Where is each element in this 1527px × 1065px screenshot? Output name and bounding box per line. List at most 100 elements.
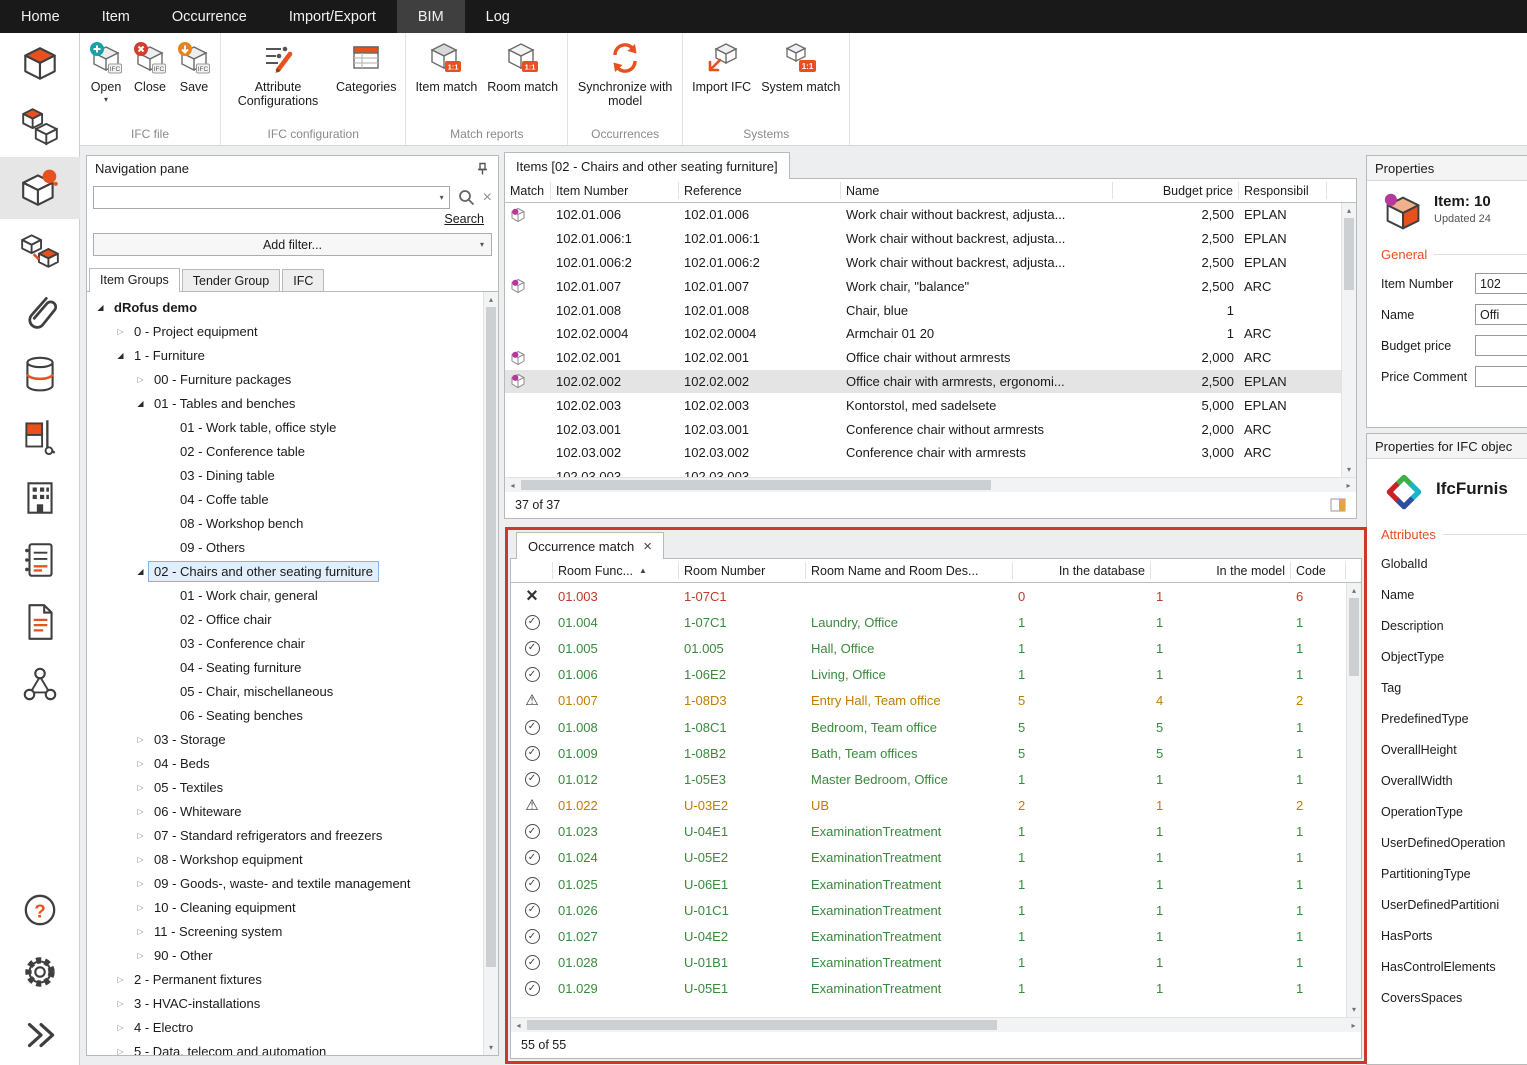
scroll-left-icon[interactable]: ◂ — [511, 1018, 526, 1032]
item-match-button[interactable]: 1:1 Item match — [410, 35, 482, 94]
occurrence-row[interactable]: 01.0061-06E2Living, Office111 — [511, 662, 1361, 688]
item-row[interactable]: 102.03.002102.03.002Conference chair wit… — [505, 441, 1356, 465]
sidebar-database-button[interactable] — [0, 343, 80, 405]
tree-item[interactable]: 07 - Standard refrigerators and freezers — [87, 823, 482, 847]
tree-item[interactable]: 05 - Textiles — [87, 775, 482, 799]
items-scrollbar[interactable]: ▴ ▾ — [1341, 203, 1356, 477]
expand-arrow-icon[interactable] — [93, 303, 108, 312]
scroll-up-icon[interactable]: ▴ — [1342, 203, 1356, 218]
occurrence-row[interactable]: 01.024U-05E2ExaminationTreatment111 — [511, 845, 1361, 871]
column-header-in-model[interactable]: In the model — [1151, 562, 1291, 579]
tab-tender-group[interactable]: Tender Group — [182, 269, 280, 291]
item-row[interactable]: 102.03.001102.03.001Conference chair wit… — [505, 417, 1356, 441]
item-row[interactable]: 102.01.007102.01.007Work chair, "balance… — [505, 274, 1356, 298]
tree-item[interactable]: 04 - Seating furniture — [87, 655, 482, 679]
occurrence-row[interactable]: 01.028U-01B1ExaminationTreatment111 — [511, 950, 1361, 976]
scroll-right-icon[interactable]: ▸ — [1346, 1018, 1361, 1032]
scrollbar-thumb[interactable] — [1349, 598, 1359, 676]
section-general[interactable]: General — [1381, 247, 1527, 262]
scroll-up-icon[interactable]: ▴ — [484, 292, 498, 307]
tree-item[interactable]: dRofus demo — [87, 295, 482, 319]
occurrence-row[interactable]: 01.00501.005Hall, Office111 — [511, 635, 1361, 661]
sidebar-buildings-button[interactable] — [0, 467, 80, 529]
sidebar-logistics-button[interactable] — [0, 405, 80, 467]
tree-item[interactable]: 3 - HVAC-installations — [87, 991, 482, 1015]
occurrence-row[interactable]: 01.0091-08B2Bath, Team offices551 — [511, 740, 1361, 766]
tab-item-groups[interactable]: Item Groups — [89, 268, 180, 292]
expand-arrow-icon[interactable] — [133, 855, 148, 864]
occurrence-row[interactable]: 01.026U-01C1ExaminationTreatment111 — [511, 897, 1361, 923]
occurrence-row[interactable]: 01.0041-07C1Laundry, Office111 — [511, 609, 1361, 635]
occurrence-row[interactable]: 01.0081-08C1Bedroom, Team office551 — [511, 714, 1361, 740]
synchronize-with-model-button[interactable]: Synchronize with model — [572, 35, 678, 109]
chevron-down-icon[interactable]: ▾ — [440, 193, 444, 202]
tree-item[interactable]: 05 - Chair, mischellaneous — [87, 679, 482, 703]
categories-button[interactable]: Categories — [331, 35, 401, 94]
tree-item[interactable]: 01 - Work chair, general — [87, 583, 482, 607]
expand-arrow-icon[interactable] — [133, 567, 148, 576]
tree-item[interactable]: 90 - Other — [87, 943, 482, 967]
expand-arrow-icon[interactable] — [113, 351, 128, 360]
occurrence-scrollbar[interactable]: ▴ ▾ — [1346, 583, 1361, 1017]
tree-item[interactable]: 03 - Conference chair — [87, 631, 482, 655]
tree-item[interactable]: 01 - Work table, office style — [87, 415, 482, 439]
tree-item[interactable]: 09 - Goods-, waste- and textile manageme… — [87, 871, 482, 895]
occurrence-row[interactable]: 01.025U-06E1ExaminationTreatment111 — [511, 871, 1361, 897]
scroll-down-icon[interactable]: ▾ — [484, 1040, 498, 1055]
item-row[interactable]: 102.02.003102.02.003Kontorstol, med sade… — [505, 393, 1356, 417]
column-chooser-icon[interactable] — [1330, 497, 1346, 513]
occurrence-row[interactable]: 01.023U-04E1ExaminationTreatment111 — [511, 819, 1361, 845]
item-row[interactable]: 102.01.006102.01.006Work chair without b… — [505, 203, 1356, 227]
tree-item[interactable]: 06 - Seating benches — [87, 703, 482, 727]
scrollbar-thumb[interactable] — [1344, 218, 1354, 290]
search-link[interactable]: Search — [444, 212, 484, 226]
system-match-button[interactable]: 1:1 System match — [756, 35, 845, 94]
item-row[interactable]: 102.01.006:2102.01.006:2Work chair witho… — [505, 251, 1356, 275]
save-ifc-button[interactable]: IFC Save — [172, 35, 216, 94]
tree-item[interactable]: 04 - Coffe table — [87, 487, 482, 511]
attribute-configurations-button[interactable]: Attribute Configurations — [225, 35, 331, 109]
name-field[interactable]: Offi — [1475, 304, 1527, 325]
room-match-button[interactable]: 1:1 Room match — [482, 35, 563, 94]
sidebar-relations-button[interactable] — [0, 653, 80, 715]
column-header-responsible[interactable]: Responsibil — [1239, 182, 1327, 199]
sidebar-occurrences-button[interactable] — [0, 95, 80, 157]
occurrence-row[interactable]: 01.0121-05E3Master Bedroom, Office111 — [511, 766, 1361, 792]
menu-tab-occurrence[interactable]: Occurrence — [151, 0, 268, 33]
expand-arrow-icon[interactable] — [113, 975, 128, 984]
close-tab-icon[interactable]: × — [643, 539, 652, 554]
tree-item[interactable]: 4 - Electro — [87, 1015, 482, 1039]
item-row-partial[interactable]: 102.03.003102.03.003 — [505, 465, 1356, 477]
expand-arrow-icon[interactable] — [133, 951, 148, 960]
column-header-in-database[interactable]: In the database — [1013, 562, 1151, 579]
items-tab[interactable]: Items [02 - Chairs and other seating fur… — [504, 152, 790, 179]
expand-arrow-icon[interactable] — [133, 375, 148, 384]
scroll-up-icon[interactable]: ▴ — [1347, 583, 1361, 598]
expand-arrow-icon[interactable] — [113, 1023, 128, 1032]
item-row[interactable]: 102.02.001102.02.001Office chair without… — [505, 346, 1356, 370]
tree-item[interactable]: 01 - Tables and benches — [87, 391, 482, 415]
expand-arrow-icon[interactable] — [113, 999, 128, 1008]
occurrence-match-tab[interactable]: Occurrence match × — [516, 532, 664, 559]
tree-item[interactable]: 06 - Whiteware — [87, 799, 482, 823]
expand-arrow-icon[interactable] — [133, 879, 148, 888]
sidebar-reports-button[interactable] — [0, 591, 80, 653]
tree-item[interactable]: 02 - Conference table — [87, 439, 482, 463]
tree-item[interactable]: 08 - Workshop bench — [87, 511, 482, 535]
scroll-left-icon[interactable]: ◂ — [505, 478, 520, 492]
sidebar-items-button[interactable] — [0, 33, 80, 95]
column-header-item-number[interactable]: Item Number — [551, 182, 679, 199]
column-header-budget-price[interactable]: Budget price — [1113, 182, 1239, 199]
item-row[interactable]: 102.01.006:1102.01.006:1Work chair witho… — [505, 227, 1356, 251]
menu-tab-log[interactable]: Log — [465, 0, 531, 33]
tree-item[interactable]: 2 - Permanent fixtures — [87, 967, 482, 991]
menu-tab-item[interactable]: Item — [81, 0, 151, 33]
open-ifc-button[interactable]: IFC Open ▾ — [84, 35, 128, 105]
pin-icon[interactable] — [474, 161, 490, 177]
clear-search-icon[interactable]: × — [483, 190, 492, 206]
tree-item[interactable]: 03 - Storage — [87, 727, 482, 751]
menu-tab-import-export[interactable]: Import/Export — [268, 0, 397, 33]
tree-item-selected[interactable]: 02 - Chairs and other seating furniture — [87, 559, 482, 583]
expand-arrow-icon[interactable] — [133, 759, 148, 768]
occurrence-row[interactable]: 01.022U-03E2UB212 — [511, 793, 1361, 819]
